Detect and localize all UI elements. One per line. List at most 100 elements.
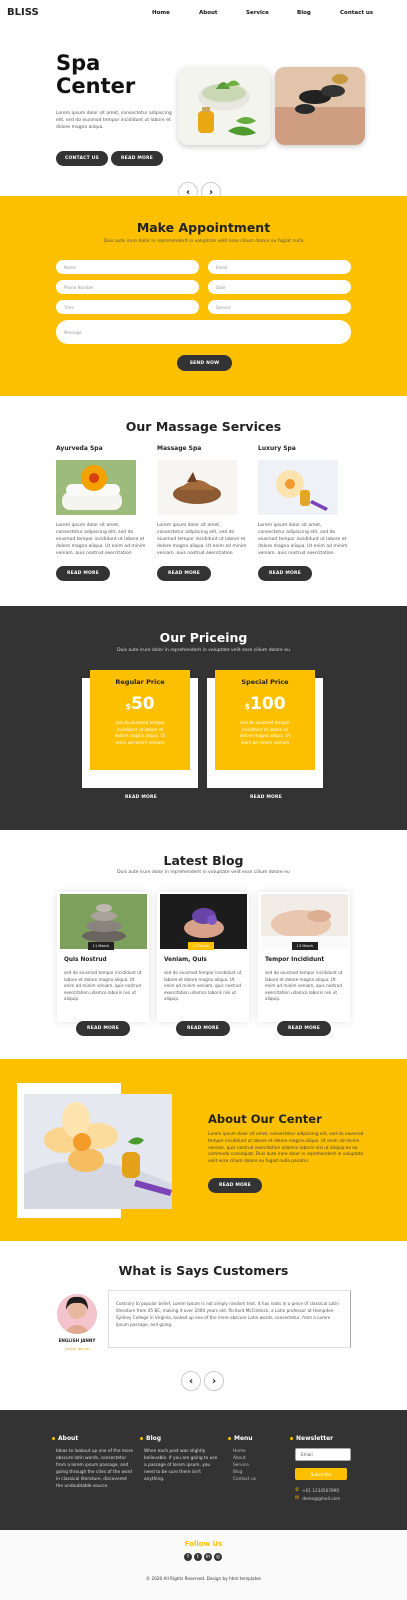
hero-title-line1: Spa	[56, 51, 101, 75]
footer-menu-title: Menu	[228, 1435, 253, 1442]
phone-text: +01 1234567890	[302, 1487, 340, 1493]
pricing-title: Our Priceing	[159, 630, 248, 645]
blog-post-text: sed do eiusmod tempor incididunt ut labo…	[164, 970, 242, 1001]
footer-menu-home[interactable]: Home	[233, 1448, 246, 1455]
service-input[interactable]: Service	[208, 300, 351, 314]
instagram-icon[interactable]: ◎	[214, 1553, 222, 1561]
service-text: Lorem ipsum dolor sit amet, consectetur …	[56, 523, 146, 554]
blog-subtitle: Duis aute irure dolor in reprehenderit i…	[117, 870, 290, 875]
blog-title: Latest Blog	[163, 853, 244, 868]
nav-about[interactable]: About	[199, 10, 218, 16]
plan-read-more-button[interactable]: READ MORE	[239, 790, 293, 805]
footer-menu-service[interactable]: Service	[233, 1462, 249, 1469]
footer-mail: ✉ demo@gmail.com	[295, 1495, 340, 1501]
hero-text: Lorem ipsum dolor sit amet, consectetur …	[56, 111, 172, 130]
time-input[interactable]: Time	[56, 300, 199, 314]
mail-icon: ✉	[295, 1495, 300, 1501]
service-read-more-button[interactable]: READ MORE	[157, 566, 211, 581]
about-text: Lorem ipsum dolor sit amet, consectetur …	[208, 1132, 364, 1165]
footer-menu-blog[interactable]: Blog	[233, 1469, 243, 1476]
blog-date-badge: 13 March	[292, 942, 318, 950]
copyright-text: © 2020 All Rights Reserved. Design by ht…	[146, 1576, 261, 1581]
hero-title-line2: Center	[56, 74, 136, 98]
customer-name: ENGLISH JANNY	[58, 1338, 96, 1343]
newsletter-email-input[interactable]: Email	[295, 1448, 351, 1461]
footer-blog-text: When each post was slightly believable. …	[144, 1449, 218, 1482]
facebook-icon[interactable]: f	[184, 1553, 192, 1561]
service-text: Lorem ipsum dolor sit amet, consectetur …	[157, 523, 247, 554]
service-text: Lorem ipsum dolor sit amet, consectetur …	[258, 523, 348, 554]
chevron-right-icon: ›	[211, 1375, 217, 1387]
email-input[interactable]: Email	[208, 260, 351, 274]
twitter-icon[interactable]: t	[194, 1553, 202, 1561]
phone-input[interactable]: Phone Number	[56, 280, 199, 294]
hero-image-stones	[275, 67, 365, 145]
follow-us-label: Follow Us	[184, 1540, 223, 1548]
about-read-more-button[interactable]: READ MORE	[208, 1178, 262, 1193]
hero-read-more-button[interactable]: READ MORE	[111, 151, 163, 166]
about-title: About Our Center	[208, 1112, 322, 1126]
blog-image-hands	[160, 894, 247, 949]
plan-price: $100	[215, 694, 315, 714]
footer-newsletter-title: Newsletter	[290, 1435, 333, 1442]
logo[interactable]: BLISS	[7, 7, 39, 18]
plan-text: sed do eiusmod tempor incididunt ut labo…	[239, 720, 291, 745]
footer-phone: ✆ +01 1234567890	[295, 1487, 339, 1493]
blog-read-more-button[interactable]: READ MORE	[76, 1021, 130, 1036]
service-image-massage	[157, 460, 237, 515]
blog-date-badge: 11 March	[88, 942, 114, 950]
about-image	[24, 1094, 172, 1209]
customer-avatar	[57, 1294, 97, 1334]
plan-text: sed do eiusmod tempor incididunt ut labo…	[114, 720, 166, 745]
service-read-more-button[interactable]: READ MORE	[56, 566, 110, 581]
footer-menu-about[interactable]: About	[233, 1455, 246, 1462]
service-name: Massage Spa	[157, 445, 202, 452]
plan-amount: 100	[250, 694, 286, 714]
pricing-subtitle: Duis aute irure dolor in reprehenderit i…	[117, 648, 290, 653]
nav-blog[interactable]: Blog	[297, 10, 311, 16]
blog-read-more-button[interactable]: READ MORE	[176, 1021, 230, 1036]
blog-image-massage	[261, 894, 348, 949]
service-name: Ayurveda Spa	[56, 445, 103, 452]
blog-post-title: Veniam, Quis	[164, 957, 207, 963]
footer-about-text: Ideas to lookout up one of the more obsc…	[56, 1449, 133, 1489]
plan-name: Special Price	[241, 678, 289, 686]
chevron-left-icon: ‹	[188, 1375, 194, 1387]
contact-us-button[interactable]: CONTACT US	[56, 151, 108, 166]
hero-image-herbs	[178, 67, 270, 145]
plan-read-more-button[interactable]: READ MORE	[114, 790, 168, 805]
customer-role: Lorem Ipsum	[64, 1346, 90, 1351]
nav-service[interactable]: Service	[246, 10, 269, 16]
send-now-button[interactable]: SEND NOW	[177, 355, 232, 371]
footer-blog-title: Blog	[140, 1435, 161, 1442]
plan-price: $50	[90, 694, 190, 714]
subscribe-button[interactable]: Subscribe	[295, 1468, 347, 1480]
footer-about-title: About	[52, 1435, 78, 1442]
blog-post-title: Tempor Incididunt	[265, 957, 325, 963]
footer-menu-contact[interactable]: Contact us	[233, 1476, 256, 1483]
blog-read-more-button[interactable]: READ MORE	[277, 1021, 331, 1036]
blog-post-text: sed do eiusmod tempor incididunt ut labo…	[265, 970, 343, 1001]
plan-name: Regular Price	[115, 678, 165, 686]
appointment-subtitle: Duis aute irure dolor in reprehenderit i…	[103, 239, 304, 244]
service-image-luxury	[258, 460, 338, 515]
blog-image-stones	[60, 894, 147, 949]
hero-title: Spa Center	[56, 52, 135, 98]
testimonial-title: What is Says Customers	[118, 1263, 289, 1278]
plan-amount: 50	[130, 694, 155, 714]
linkedin-icon[interactable]: in	[204, 1553, 212, 1561]
testimonial-prev-button[interactable]: ‹	[181, 1371, 201, 1391]
date-input[interactable]: Date	[208, 280, 351, 294]
blog-post-text: sed do eiusmod tempor incididunt ut labo…	[64, 970, 142, 1001]
service-image-ayurveda	[56, 460, 136, 515]
services-title: Our Massage Services	[125, 419, 282, 434]
testimonial-next-button[interactable]: ›	[204, 1371, 224, 1391]
nav-contact[interactable]: Contact us	[340, 10, 373, 16]
message-input[interactable]: Message	[56, 320, 351, 344]
mail-text: demo@gmail.com	[302, 1495, 341, 1501]
appointment-title: Make Appointment	[136, 220, 271, 235]
service-read-more-button[interactable]: READ MORE	[258, 566, 312, 581]
nav-home[interactable]: Home	[152, 10, 170, 16]
service-name: Luxury Spa	[258, 445, 296, 452]
name-input[interactable]: Name	[56, 260, 199, 274]
